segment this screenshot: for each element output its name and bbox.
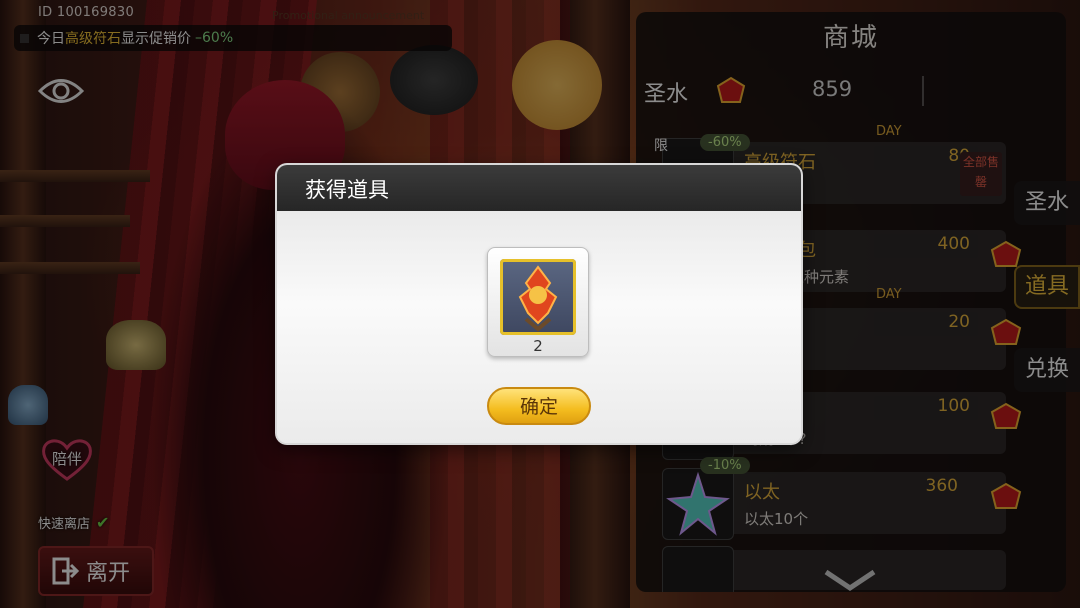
reward-item-card[interactable]: 2 bbox=[487, 247, 589, 357]
dialog-header: 获得道具 bbox=[277, 165, 801, 211]
reward-item-frame bbox=[500, 259, 576, 335]
fire-rune-icon bbox=[518, 265, 558, 332]
dialog-title: 获得道具 bbox=[305, 178, 389, 202]
obtain-item-dialog: 获得道具 2 确定 bbox=[277, 165, 801, 443]
confirm-button[interactable]: 确定 bbox=[487, 387, 591, 425]
reward-quantity: 2 bbox=[533, 337, 543, 355]
